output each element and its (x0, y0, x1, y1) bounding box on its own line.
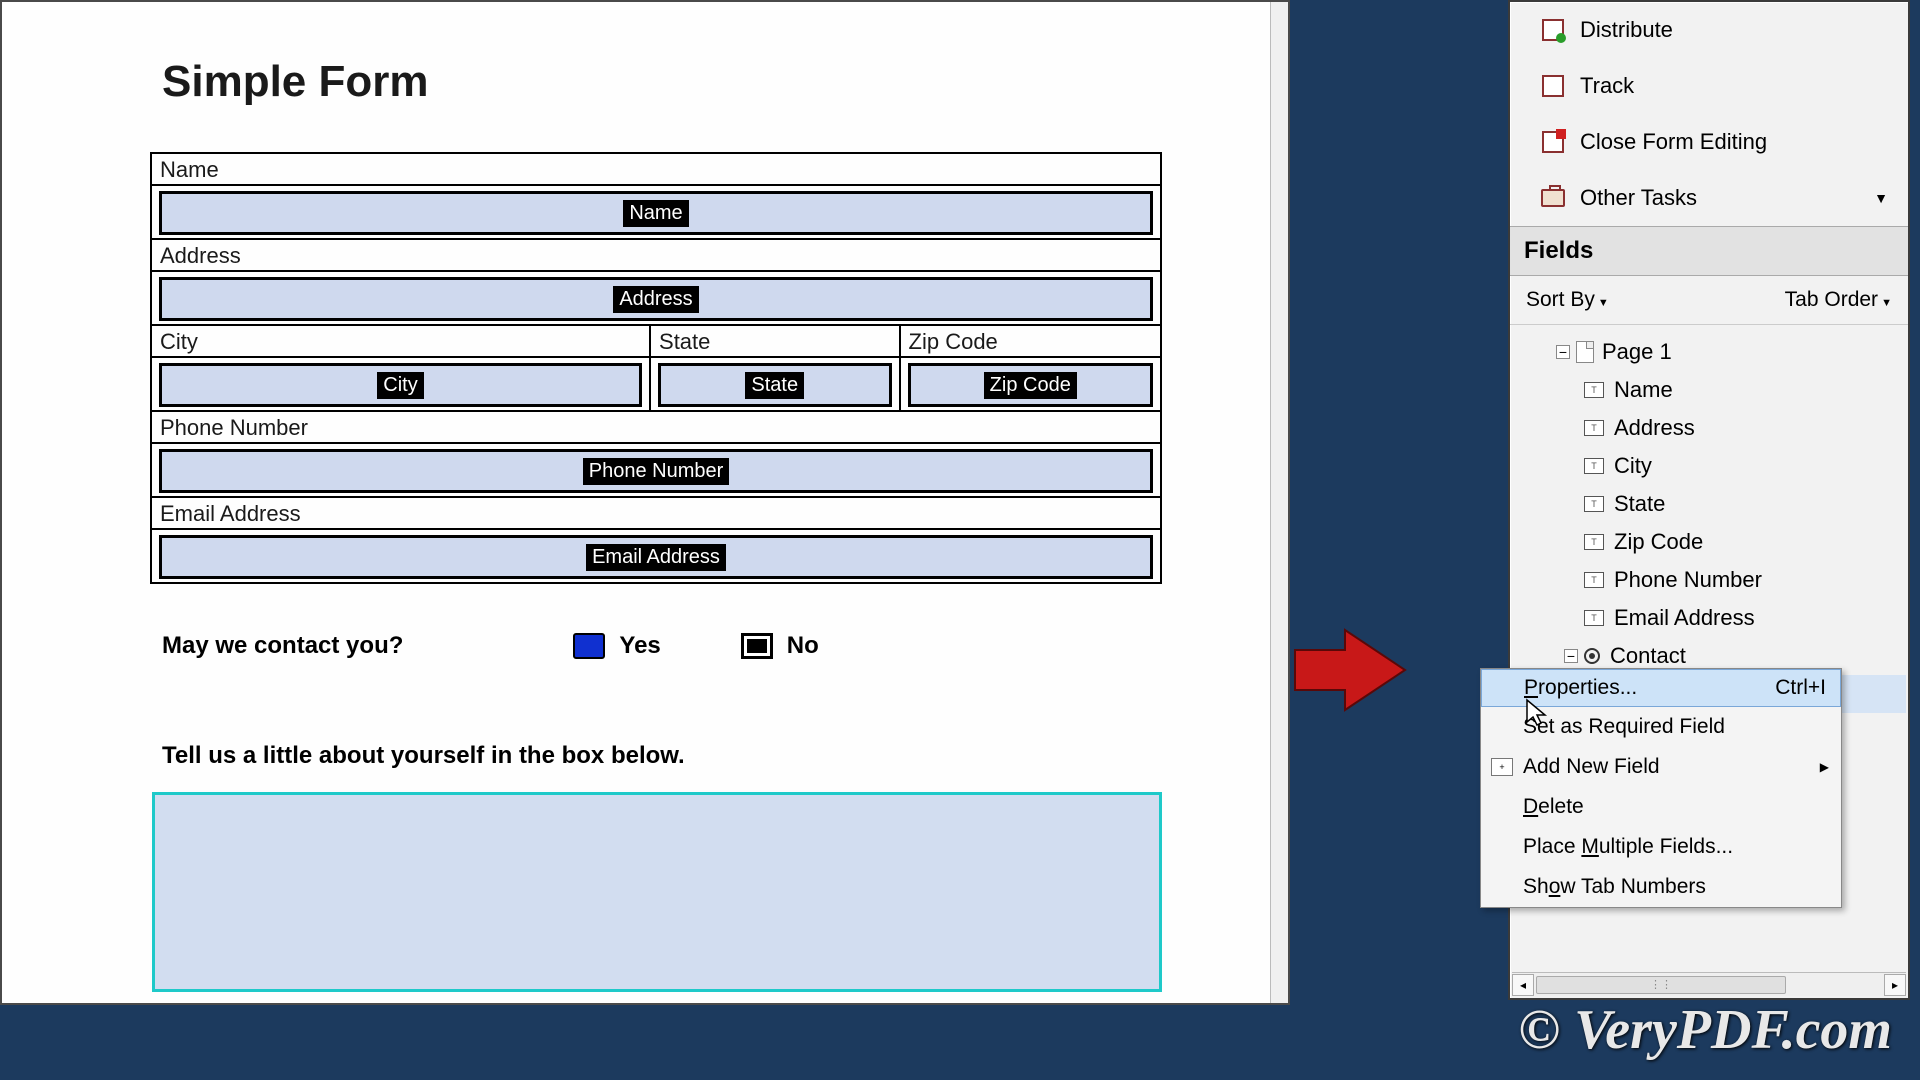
red-arrow-annotation (1285, 620, 1415, 730)
tree-field-address[interactable]: TAddress (1512, 409, 1906, 447)
tree-field-city[interactable]: TCity (1512, 447, 1906, 485)
form-table: Name Name Address Address City City Stat… (150, 152, 1162, 584)
tell-us-text: Tell us a little about yourself in the b… (162, 742, 685, 770)
menu-required[interactable]: Set as Required Field (1481, 707, 1841, 747)
track-icon (1542, 75, 1564, 97)
sort-by-dropdown[interactable]: Sort By (1526, 288, 1609, 312)
name-field[interactable]: Name (159, 191, 1153, 235)
yes-label: Yes (619, 632, 660, 660)
tell-us-field[interactable] (152, 792, 1162, 992)
textfield-icon: T (1584, 572, 1604, 588)
city-tag: City (377, 372, 423, 399)
page-icon (1576, 341, 1594, 363)
yes-checkbox[interactable] (573, 633, 605, 659)
state-tag: State (745, 372, 804, 399)
textfield-icon: T (1584, 382, 1604, 398)
contact-question-row: May we contact you? Yes No (162, 632, 819, 660)
watermark: © VeryPDF.com (1518, 998, 1892, 1062)
collapse-toggle[interactable]: − (1564, 649, 1578, 663)
textfield-icon: T (1584, 496, 1604, 512)
textfield-icon: T (1584, 610, 1604, 626)
distribute-label: Distribute (1580, 17, 1673, 43)
no-checkbox[interactable] (741, 633, 773, 659)
tree-field-zip[interactable]: TZip Code (1512, 523, 1906, 561)
scrollbar-horizontal[interactable]: ◂ ⋮⋮ ▸ (1512, 972, 1906, 996)
zip-tag: Zip Code (984, 372, 1077, 399)
state-label: State (651, 326, 899, 358)
scroll-left-button[interactable]: ◂ (1512, 974, 1534, 996)
other-tasks-button[interactable]: Other Tasks ▼ (1510, 170, 1908, 226)
collapse-toggle[interactable]: − (1556, 345, 1570, 359)
menu-properties[interactable]: PProperties...roperties... Ctrl+I (1481, 669, 1841, 707)
zip-field[interactable]: Zip Code (908, 363, 1153, 407)
textfield-icon: T (1584, 420, 1604, 436)
shortcut-text: Ctrl+I (1775, 676, 1826, 700)
phone-field[interactable]: Phone Number (159, 449, 1153, 493)
scroll-right-button[interactable]: ▸ (1884, 974, 1906, 996)
tree-page[interactable]: − Page 1 (1512, 333, 1906, 371)
fields-header: Fields (1510, 226, 1908, 276)
menu-delete[interactable]: Delete (1481, 787, 1841, 827)
form-title: Simple Form (162, 57, 1288, 107)
address-label: Address (152, 240, 1160, 272)
phone-label: Phone Number (152, 412, 1160, 444)
tree-field-phone[interactable]: TPhone Number (1512, 561, 1906, 599)
other-label: Other Tasks (1580, 185, 1697, 211)
textfield-icon: T (1584, 458, 1604, 474)
address-tag: Address (613, 286, 698, 313)
email-label: Email Address (152, 498, 1160, 530)
tab-order-dropdown[interactable]: Tab Order (1785, 288, 1892, 312)
menu-show-tab-numbers[interactable]: Show Tab Numbers (1481, 867, 1841, 907)
name-label: Name (152, 154, 1160, 186)
city-field[interactable]: City (159, 363, 642, 407)
tree-field-name[interactable]: TName (1512, 371, 1906, 409)
submenu-arrow-icon: ▶ (1820, 760, 1829, 774)
phone-tag: Phone Number (583, 458, 730, 485)
scrollbar-vertical[interactable] (1270, 2, 1288, 1003)
context-menu: PProperties...roperties... Ctrl+I Set as… (1480, 668, 1842, 908)
name-tag: Name (623, 200, 688, 227)
distribute-button[interactable]: Distribute (1510, 2, 1908, 58)
textfield-icon: T (1584, 534, 1604, 550)
radiogroup-icon (1584, 648, 1600, 664)
email-field[interactable]: Email Address (159, 535, 1153, 579)
distribute-icon (1542, 19, 1564, 41)
no-label: No (787, 632, 819, 660)
tree-field-state[interactable]: TState (1512, 485, 1906, 523)
state-field[interactable]: State (658, 363, 892, 407)
tree-field-email[interactable]: TEmail Address (1512, 599, 1906, 637)
close-icon (1542, 131, 1564, 153)
add-field-icon: + (1491, 758, 1513, 776)
email-tag: Email Address (586, 544, 726, 571)
zip-label: Zip Code (901, 326, 1160, 358)
close-form-editing-button[interactable]: Close Form Editing (1510, 114, 1908, 170)
address-field[interactable]: Address (159, 277, 1153, 321)
track-button[interactable]: Track (1510, 58, 1908, 114)
chevron-down-icon: ▼ (1874, 190, 1888, 206)
close-label: Close Form Editing (1580, 129, 1767, 155)
track-label: Track (1580, 73, 1634, 99)
menu-place-multiple[interactable]: Place Multiple Fields... (1481, 827, 1841, 867)
city-label: City (152, 326, 649, 358)
scroll-thumb[interactable]: ⋮⋮ (1536, 976, 1786, 994)
menu-add-new-field[interactable]: + Add New Field ▶ (1481, 747, 1841, 787)
briefcase-icon (1541, 189, 1565, 207)
contact-question: May we contact you? (162, 632, 403, 660)
document-canvas: Simple Form Name Name Address Address Ci… (0, 0, 1290, 1005)
